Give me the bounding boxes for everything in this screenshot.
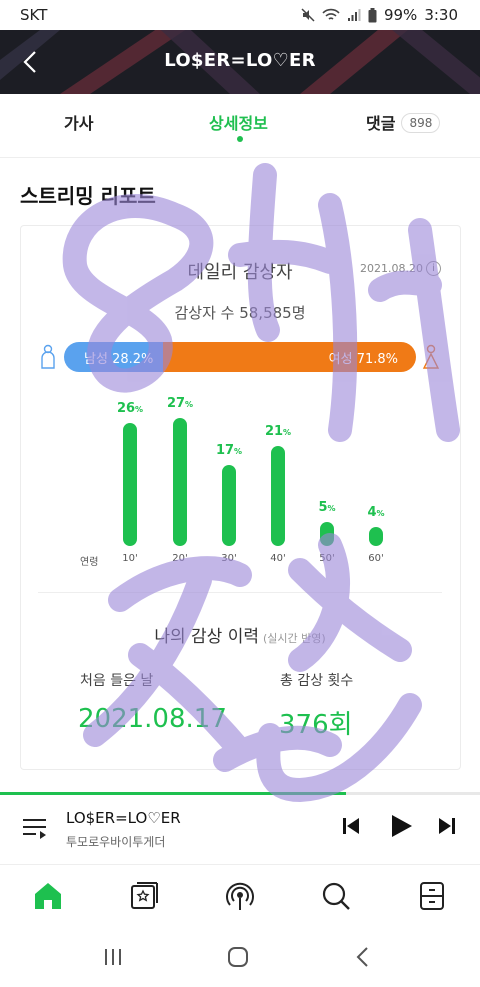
female-segment: 여성 71.8% — [163, 342, 416, 372]
clock: 3:30 — [424, 6, 458, 24]
bottom-navigation — [0, 866, 480, 928]
info-icon[interactable]: i — [426, 261, 441, 276]
listener-count: 감상자 수 58,585명 — [174, 304, 306, 322]
age-bar-value-4: 5% — [318, 500, 336, 515]
comment-count-badge: 898 — [401, 113, 441, 133]
male-share-label: 남성 28.2% — [84, 351, 154, 367]
tab-comments[interactable]: 댓글 898 — [366, 110, 441, 134]
recent-apps-icon[interactable] — [102, 946, 124, 968]
my-library-icon[interactable] — [128, 880, 160, 912]
mini-player[interactable]: LO$ER=LO♡ER 투모로우바이투게더 — [0, 795, 480, 865]
play-icon[interactable] — [388, 813, 414, 839]
age-bar-3 — [271, 446, 285, 546]
age-bar-value-0: 26% — [116, 401, 144, 416]
home-icon[interactable] — [32, 880, 64, 912]
song-title-header: LO$ER=LO♡ER — [164, 50, 316, 71]
system-navigation-bar — [0, 928, 480, 987]
tab-lyrics[interactable]: 가사 — [64, 110, 93, 134]
age-axis-label: 연령 — [80, 557, 99, 568]
player-song-title: LO$ER=LO♡ER — [66, 809, 181, 827]
age-bar-2 — [222, 465, 236, 546]
mute-icon — [301, 8, 315, 22]
active-tab-indicator — [237, 136, 243, 142]
tab-lyrics-label: 가사 — [64, 114, 94, 133]
total-count-value: 376회 — [279, 710, 353, 740]
male-user-icon — [41, 344, 55, 369]
status-bar: SKT 99% 3:30 — [0, 0, 480, 30]
previous-track-icon[interactable] — [340, 815, 362, 837]
tabs-divider — [0, 157, 480, 158]
carrier-label: SKT — [20, 6, 48, 24]
age-label-1: 20' — [172, 553, 188, 564]
tab-details[interactable]: 상세정보 — [209, 110, 268, 134]
section-title: 스트리밍 리포트 — [20, 184, 156, 208]
signal-icon — [347, 9, 361, 21]
realtime-note: (실시간 반영) — [262, 632, 326, 645]
gender-ratio-bar: 남성 28.2% 여성 71.8% — [64, 342, 416, 372]
age-bar-value-2: 17% — [215, 443, 243, 458]
status-icons: 99% 3:30 — [301, 6, 458, 24]
age-bar-5 — [369, 527, 383, 546]
search-icon[interactable] — [320, 880, 352, 912]
my-history-title-text: 나의 감상 이력 — [154, 627, 259, 647]
home-circle-icon[interactable] — [227, 946, 249, 968]
female-user-icon — [422, 344, 440, 369]
total-count-label: 총 감상 횟수 — [280, 673, 354, 689]
first-listen-value: 2021.08.17 — [78, 704, 227, 734]
wifi-icon — [322, 8, 340, 20]
age-label-4: 50' — [319, 553, 335, 564]
card-divider — [38, 592, 442, 593]
first-listen-label: 처음 들은 날 — [80, 673, 154, 689]
age-label-3: 40' — [270, 553, 286, 564]
age-bar-1 — [173, 418, 187, 546]
playlist-icon[interactable] — [22, 817, 48, 841]
male-segment: 남성 28.2% — [64, 342, 164, 372]
age-bar-4 — [320, 522, 334, 546]
podcast-icon[interactable] — [224, 880, 256, 912]
age-distribution-chart: 연령 26% 10' 27% 20' 17% 30' 21% 40' 5% 50' 4% 60' — [0, 390, 480, 570]
age-bar-0 — [123, 423, 137, 546]
player-artist: 투모로우바이투게더 — [66, 835, 166, 849]
age-label-5: 60' — [368, 553, 384, 564]
battery-icon — [368, 7, 377, 22]
age-bar-value-5: 4% — [367, 505, 385, 520]
back-chevron-icon[interactable] — [352, 946, 374, 968]
age-label-2: 30' — [221, 553, 237, 564]
age-label-0: 10' — [122, 553, 138, 564]
song-header: LO$ER=LO♡ER — [0, 30, 480, 94]
battery-level: 99% — [383, 6, 418, 24]
menu-drawer-icon[interactable] — [416, 880, 448, 912]
next-track-icon[interactable] — [436, 815, 458, 837]
age-bar-value-1: 27% — [166, 396, 194, 411]
my-history-title: 나의 감상 이력 (실시간 반영) — [0, 622, 480, 647]
tab-comments-label: 댓글 — [366, 114, 396, 133]
tab-details-label: 상세정보 — [209, 114, 268, 133]
report-date: 2021.08.20 — [360, 262, 423, 275]
female-share-label: 여성 71.8% — [328, 351, 398, 367]
age-bar-value-3: 21% — [264, 424, 292, 439]
